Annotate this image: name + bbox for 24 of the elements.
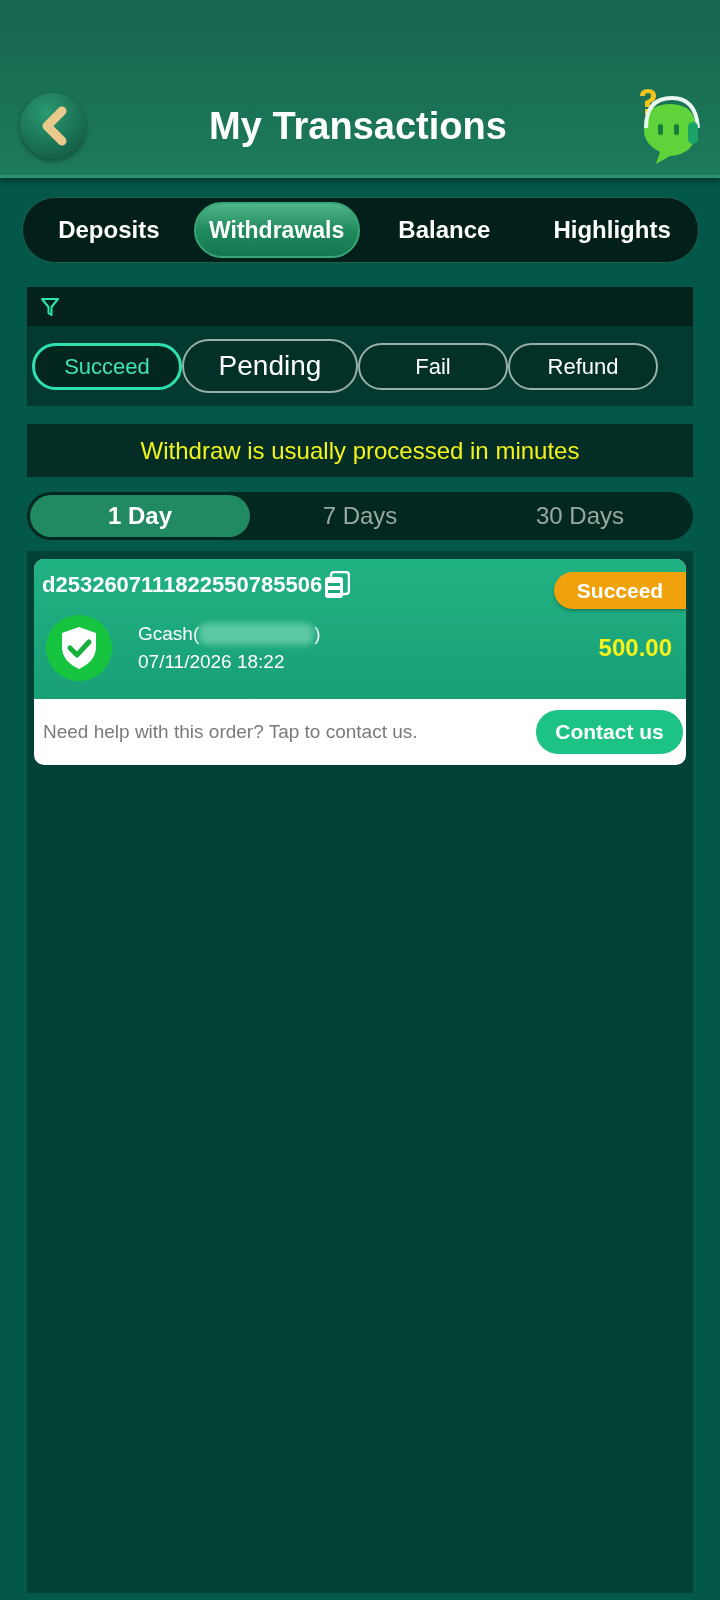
notice-text: Withdraw is usually processed in minutes [27, 424, 693, 477]
period-tab[interactable]: 7 Days [250, 495, 470, 537]
help-text: Need help with this order? Tap to contact us. [43, 719, 418, 744]
period-tab[interactable]: 30 Days [470, 495, 690, 537]
amount: 500.00 [598, 633, 672, 663]
copy-icon[interactable] [324, 571, 351, 599]
status-badge: Succeed [554, 572, 686, 609]
tab[interactable]: Highlights [549, 202, 675, 258]
page-title: My Transactions [208, 107, 508, 145]
status-filter-chip[interactable]: Pending [182, 339, 358, 393]
tab[interactable]: Deposits [54, 202, 164, 258]
shield-check-icon [46, 615, 112, 681]
tab[interactable]: Balance [394, 202, 495, 258]
period-tab[interactable]: 1 Day [30, 495, 250, 537]
filter-icon[interactable] [40, 296, 60, 317]
back-button[interactable] [20, 93, 86, 159]
status-filter-chip[interactable]: Refund [508, 342, 658, 390]
order-id: d2532607111822550785506 [42, 572, 323, 598]
transaction-time: 07/11/2026 18:22 [138, 650, 286, 674]
status-filter-chip[interactable]: Succeed [32, 342, 182, 390]
status-filter-chip[interactable]: Fail [358, 342, 508, 390]
account-label: Gcash( [138, 622, 200, 646]
account-label: ) [314, 622, 321, 646]
tab[interactable]: Withdrawals [193, 202, 360, 258]
